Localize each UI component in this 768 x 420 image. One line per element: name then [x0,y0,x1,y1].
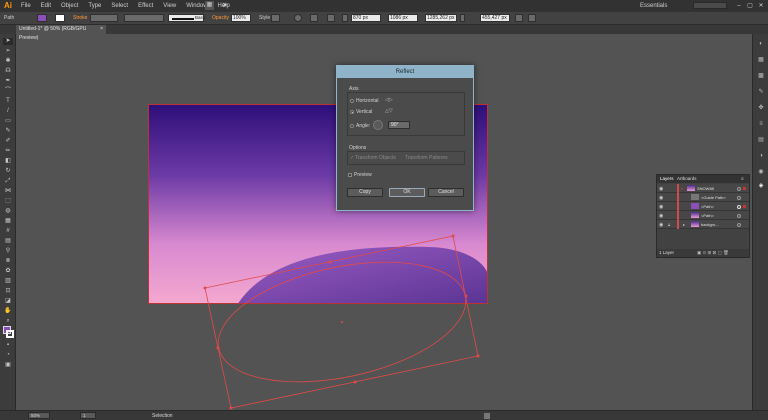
visibility-eye-icon[interactable]: ◉ [659,213,663,219]
target-circle[interactable] [737,186,741,191]
layer-row[interactable]: ◉ 🔒︎ ▸ backgro... [657,220,749,229]
visibility-eye-icon[interactable]: ◉ [659,186,663,192]
vertical-axis-icon: △▽ [385,108,393,114]
expand-arrow-icon[interactable]: ▾ [681,186,683,191]
target-circle[interactable] [737,204,741,209]
horizontal-scrollbar-thumb[interactable] [484,413,490,419]
selection-indicator [743,205,746,208]
lock-icon[interactable]: 🔒︎ [668,222,670,227]
layers-footer: 1 Layer ▣ ⊙ ⊞ ⊠ ▢ 🗑︎ [657,249,749,257]
layer-name[interactable]: <Path> [701,213,714,218]
visibility-eye-icon[interactable]: ◉ [659,222,663,228]
current-tool-label[interactable]: Selection [152,413,173,419]
target-circle[interactable] [737,195,741,200]
dialog-title: Reflect [337,66,473,78]
angle-dial[interactable] [373,120,383,130]
artboard-number-field[interactable]: 1 [80,412,96,419]
layer-row[interactable]: ◉ <Path> [657,211,749,220]
visibility-eye-icon[interactable]: ◉ [659,195,663,201]
selection-indicator [743,187,746,190]
horizontal-axis-icon: ◁▷ [385,97,393,103]
horizontal-label[interactable]: Horizontal [356,98,379,104]
angle-radio[interactable] [350,124,354,128]
layers-panel: Layers Artboards ≡ ◉ ▾ SNOW88 ◉ <Guide P… [656,174,750,258]
reflect-dialog: Reflect Axis Horizontal ◁▷ Vertical △▽ A… [336,65,474,211]
target-circle[interactable] [737,222,741,227]
expand-arrow-icon[interactable]: ▸ [683,222,685,227]
visibility-eye-icon[interactable]: ◉ [659,204,663,210]
transform-objects-label[interactable]: Transform Objects [355,155,396,161]
cancel-button[interactable]: Cancel [428,188,464,197]
zoom-field[interactable]: 50% [28,412,50,419]
layers-tab[interactable]: Layers [660,176,674,181]
layer-row[interactable]: ◉ <Guide Path> [657,193,749,202]
preview-label[interactable]: Preview [354,172,372,178]
status-bar: 50% 1 Selection [0,410,768,420]
center-point [341,321,343,323]
layer-name[interactable]: <Guide Path> [701,195,726,200]
layer-name[interactable]: <Path> [701,204,714,209]
angle-label: Angle: [356,123,371,129]
layer-thumbnail [691,203,699,209]
layer-thumbnail [691,221,699,227]
vertical-radio[interactable] [350,110,354,114]
panel-menu-icon[interactable]: ≡ [741,176,744,181]
transform-objects-checkbox[interactable]: ✓ [350,155,354,161]
vertical-label[interactable]: Vertical [356,109,372,115]
horizontal-radio[interactable] [350,99,354,103]
transform-patterns-label[interactable]: Transform Patterns [405,155,448,161]
layer-name[interactable]: SNOW88 [697,186,714,191]
layer-thumbnail [691,194,699,200]
angle-field[interactable]: 90° [388,121,410,129]
layer-thumbnail [687,185,695,191]
ok-button[interactable]: OK [389,188,425,197]
panel-footer-icons[interactable]: ▣ ⊙ ⊞ ⊠ ▢ 🗑︎ [697,249,729,257]
layer-thumbnail [691,212,699,218]
target-circle[interactable] [737,213,741,218]
layer-count: 1 Layer [659,250,675,255]
artboards-tab[interactable]: Artboards [677,176,697,181]
copy-button[interactable]: Copy [347,188,383,197]
layer-row[interactable]: ◉ <Path> [657,202,749,211]
layer-row[interactable]: ◉ ▾ SNOW88 [657,184,749,193]
preview-checkbox[interactable] [348,173,352,177]
layer-name[interactable]: backgro... [701,222,719,227]
